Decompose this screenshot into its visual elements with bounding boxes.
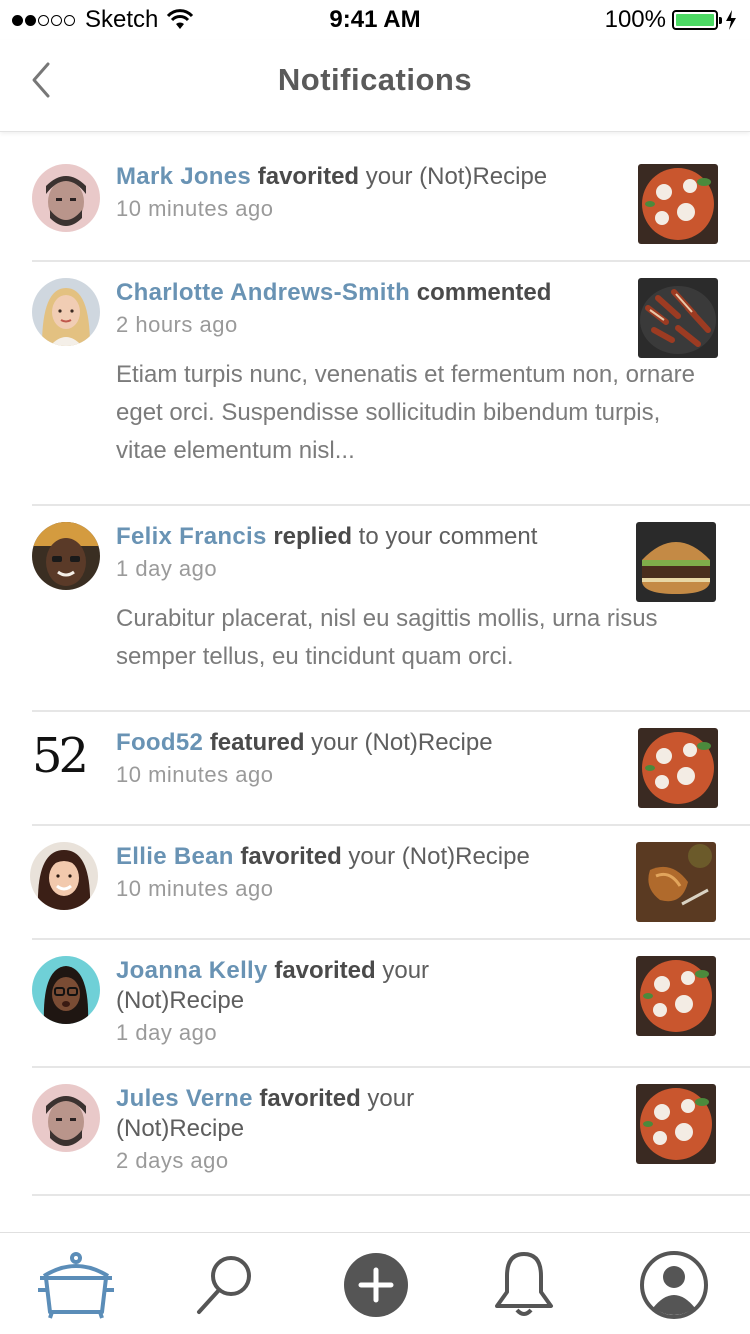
- action-verb: favorited: [257, 163, 360, 190]
- tab-add[interactable]: [334, 1247, 418, 1323]
- action-object: your (Not)Recipe: [359, 163, 548, 190]
- tab-home[interactable]: [34, 1247, 118, 1323]
- notification-item[interactable]: 52 Food52 featured your (Not)Recipe 10 m…: [32, 712, 750, 826]
- avatar[interactable]: [32, 278, 100, 346]
- action-verb: favorited: [240, 843, 342, 870]
- notification-text: Felix Francis replied to your comment 1 …: [116, 522, 636, 582]
- search-icon: [197, 1256, 251, 1314]
- tab-search[interactable]: [182, 1247, 266, 1323]
- tab-profile[interactable]: [632, 1247, 716, 1323]
- profile-icon: [640, 1251, 708, 1319]
- charging-icon: [726, 10, 736, 30]
- notification-text: Mark Jones favorited your (Not)Recipe 10…: [116, 162, 636, 222]
- timestamp: 10 minutes ago: [116, 762, 274, 787]
- nav-bar: Notifications: [0, 40, 750, 132]
- comment-preview: Etiam turpis nunc, venenatis et fermentu…: [116, 361, 695, 464]
- notification-text: Ellie Bean favorited your (Not)Recipe 10…: [116, 842, 636, 902]
- action-verb: favorited: [259, 1085, 361, 1112]
- add-icon: [344, 1253, 408, 1317]
- notification-item[interactable]: Felix Francis replied to your comment 1 …: [32, 506, 750, 712]
- recipe-thumbnail[interactable]: [638, 164, 718, 244]
- status-bar: Sketch 9:41 AM 100%: [0, 0, 750, 40]
- action-verb: commented: [416, 279, 552, 306]
- avatar[interactable]: [32, 1084, 100, 1152]
- action-verb: replied: [273, 523, 353, 550]
- user-name[interactable]: Ellie Bean: [116, 843, 234, 870]
- action-object: to your comment: [352, 523, 538, 550]
- notification-text: Charlotte Andrews-Smith commented 2 hour…: [116, 278, 636, 338]
- user-name[interactable]: Felix Francis: [116, 523, 267, 550]
- notification-text: Jules Verne favorited your (Not)Recipe 2…: [116, 1084, 506, 1174]
- notification-text: Joanna Kelly favorited your (Not)Recipe …: [116, 956, 506, 1046]
- recipe-thumbnail[interactable]: [636, 842, 716, 922]
- status-right: 100%: [605, 6, 738, 34]
- recipe-thumbnail[interactable]: [636, 1084, 716, 1164]
- notification-text: Food52 featured your (Not)Recipe 10 minu…: [116, 728, 636, 788]
- timestamp: 10 minutes ago: [116, 196, 274, 221]
- notification-item[interactable]: Charlotte Andrews-Smith commented 2 hour…: [32, 262, 750, 506]
- battery-percent: 100%: [604, 6, 666, 33]
- notification-item[interactable]: Joanna Kelly favorited your (Not)Recipe …: [32, 940, 750, 1068]
- recipe-thumbnail[interactable]: [638, 728, 718, 808]
- timestamp: 2 hours ago: [116, 312, 238, 337]
- timestamp: 2 days ago: [116, 1148, 229, 1173]
- notification-item[interactable]: Jules Verne favorited your (Not)Recipe 2…: [32, 1068, 750, 1196]
- user-name[interactable]: Joanna Kelly: [116, 957, 268, 984]
- pot-icon: [38, 1252, 114, 1319]
- food52-logo[interactable]: 52: [32, 728, 102, 788]
- timestamp: 10 minutes ago: [116, 876, 274, 901]
- page-title: Notifications: [277, 62, 473, 97]
- notification-item[interactable]: Mark Jones favorited your (Not)Recipe 10…: [32, 140, 750, 262]
- user-name[interactable]: Charlotte Andrews-Smith: [116, 279, 410, 306]
- action-verb: favorited: [274, 957, 376, 984]
- recipe-thumbnail[interactable]: [636, 522, 716, 602]
- timestamp: 1 day ago: [116, 1020, 218, 1045]
- tab-notifications[interactable]: [482, 1247, 566, 1323]
- recipe-thumbnail[interactable]: [636, 956, 716, 1036]
- notification-item[interactable]: Ellie Bean favorited your (Not)Recipe 10…: [30, 826, 750, 940]
- action-object: your (Not)Recipe: [304, 729, 493, 756]
- tab-bar: [0, 1232, 750, 1334]
- recipe-thumbnail[interactable]: [638, 278, 718, 358]
- user-name[interactable]: Food52: [116, 729, 203, 756]
- avatar[interactable]: [32, 164, 100, 232]
- comment-preview: Curabitur placerat, nisl eu sagittis mol…: [116, 605, 658, 670]
- battery-icon: [672, 10, 722, 30]
- avatar[interactable]: [30, 842, 98, 910]
- avatar[interactable]: [32, 956, 100, 1024]
- user-name[interactable]: Jules Verne: [116, 1085, 253, 1112]
- user-name[interactable]: Mark Jones: [116, 163, 251, 190]
- avatar[interactable]: [32, 522, 100, 590]
- timestamp: 1 day ago: [116, 556, 218, 581]
- notification-list: Mark Jones favorited your (Not)Recipe 10…: [0, 140, 750, 1196]
- action-object: your (Not)Recipe: [341, 843, 530, 870]
- action-verb: featured: [209, 729, 305, 756]
- bell-icon: [495, 1252, 553, 1316]
